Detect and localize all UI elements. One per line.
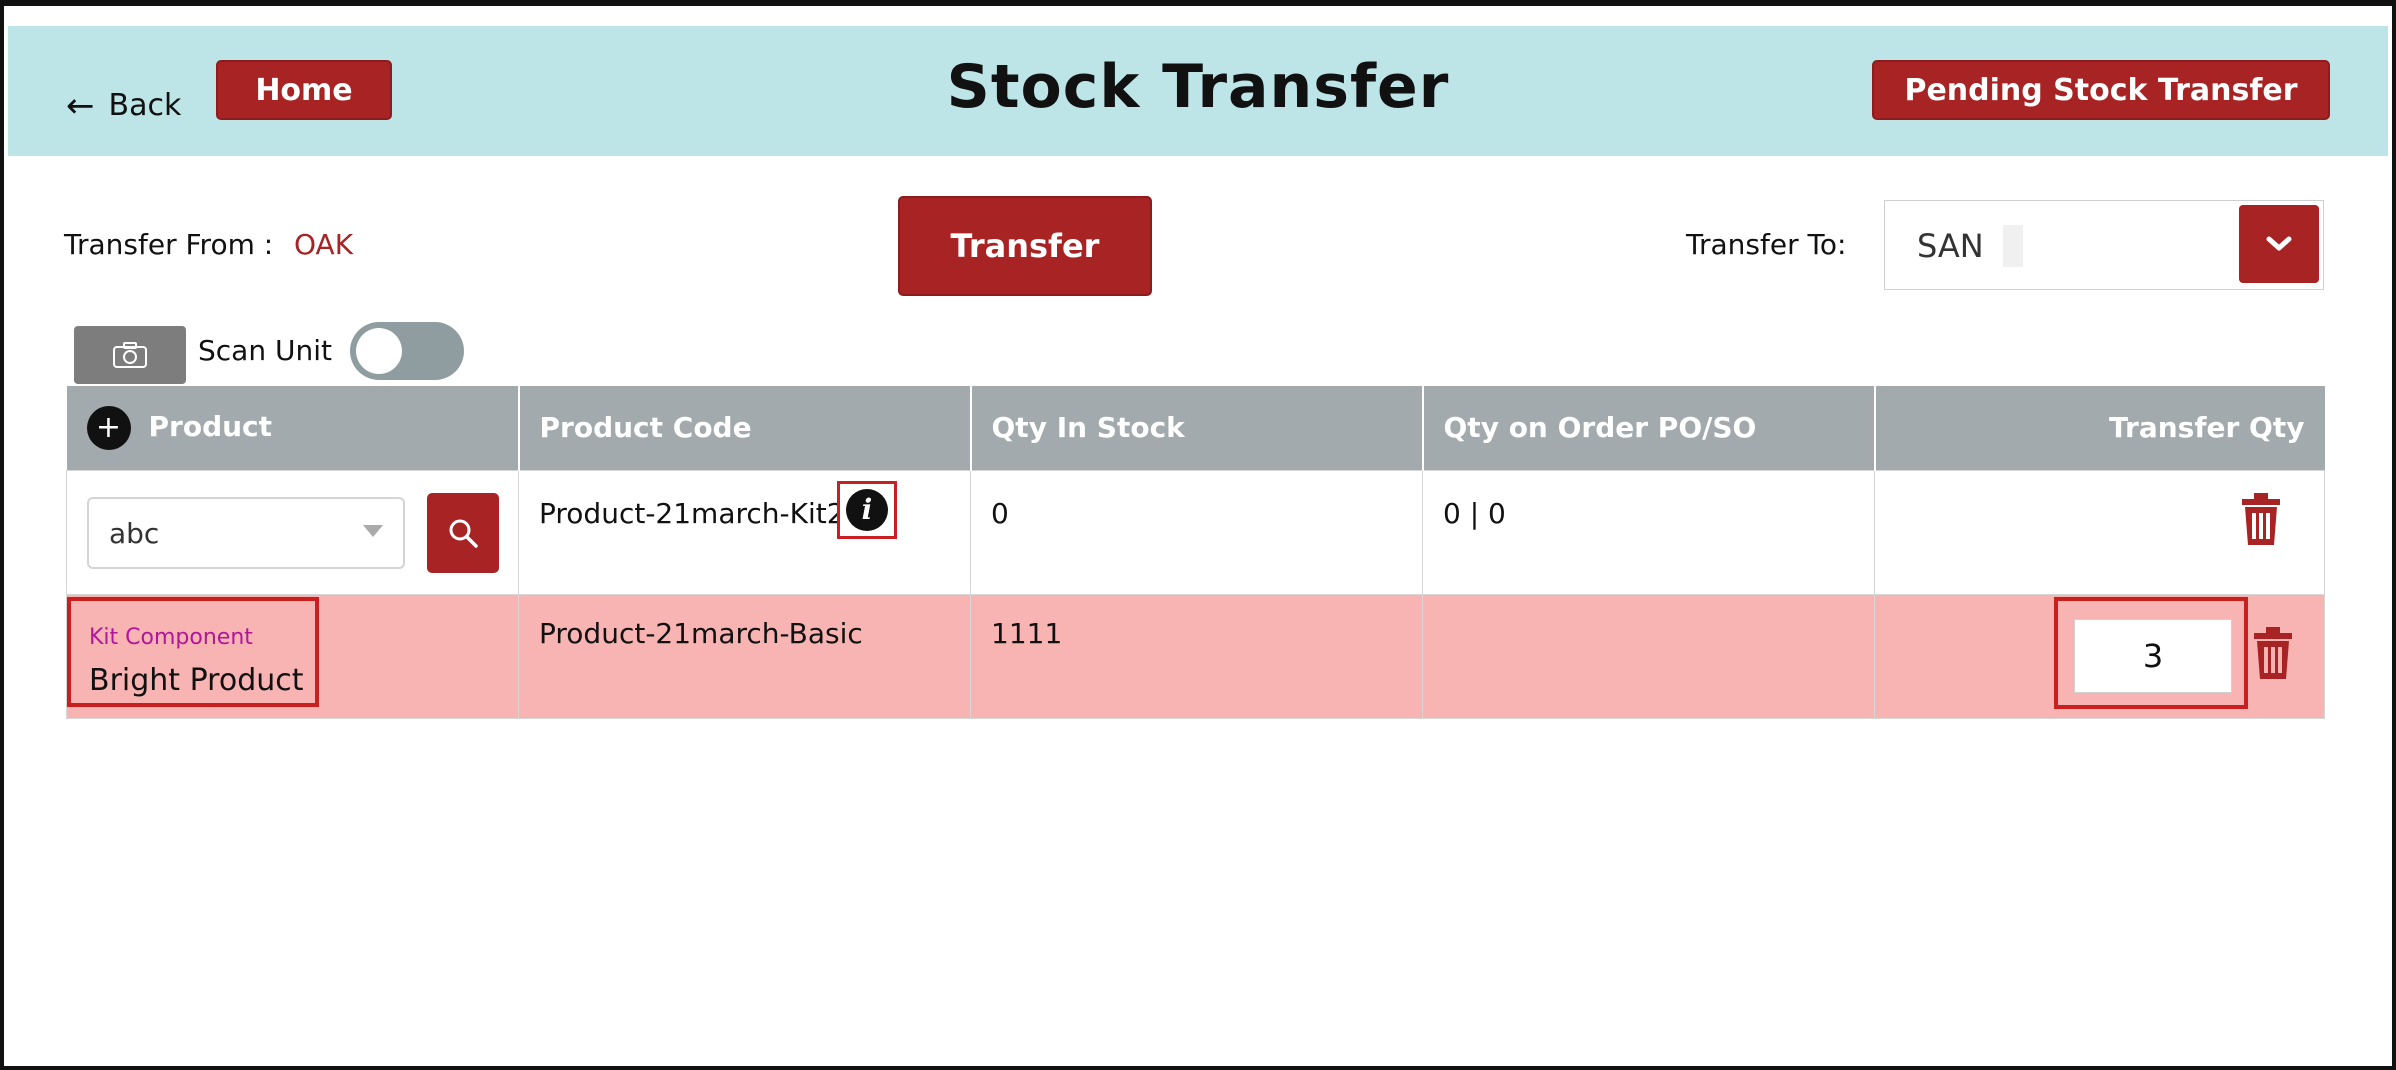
transfer-qty-input[interactable]: 3 <box>2074 618 2232 693</box>
column-header-product-code: Product Code <box>518 386 972 470</box>
transfer-qty-cell: 3 <box>1874 593 2325 719</box>
column-header-qty-in-stock: Qty In Stock <box>970 386 1424 470</box>
table-row: abc Product-21march-Kit2 i 0 0 | 0 <box>66 469 2325 595</box>
app-window: ← Back Home Stock Transfer Pending Stock… <box>0 0 2396 1070</box>
table-row: Kit Component Bright Product Product-21m… <box>66 593 2325 719</box>
transfer-to-value: SAN <box>1917 227 1984 265</box>
product-code: Product-21march-Kit2 <box>539 496 845 530</box>
qty-in-stock: 1111 <box>991 616 1063 650</box>
kit-component-highlight: Kit Component Bright Product <box>67 596 319 707</box>
add-product-icon[interactable]: + <box>86 405 131 450</box>
transfer-button[interactable]: Transfer <box>898 196 1152 296</box>
chevron-down-icon[interactable] <box>2239 205 2319 283</box>
product-search-value: abc <box>109 516 160 550</box>
kit-product-name: Bright Product <box>89 662 304 698</box>
pending-stock-transfer-button[interactable]: Pending Stock Transfer <box>1872 60 2330 120</box>
transfer-qty-cell <box>1874 469 2325 595</box>
product-cell: abc <box>66 469 519 595</box>
product-code-cell: Product-21march-Kit2 i <box>518 469 971 595</box>
transfer-from-label: Transfer From : <box>64 228 274 261</box>
column-header-transfer-qty: Transfer Qty <box>1874 386 2325 470</box>
header-bar: ← Back Home Stock Transfer Pending Stock… <box>8 26 2388 156</box>
transfer-qty-highlight: 3 <box>2054 596 2248 709</box>
trash-icon[interactable] <box>2240 492 2282 545</box>
trash-icon[interactable] <box>2252 626 2294 679</box>
qty-in-stock-cell: 0 <box>970 469 1423 595</box>
scan-unit-label: Scan Unit <box>198 334 332 367</box>
table-header-row: + Product Product Code Qty In Stock Qty o… <box>66 386 2325 470</box>
kit-component-label: Kit Component <box>89 624 253 650</box>
camera-icon <box>113 342 147 368</box>
product-cell: Kit Component Bright Product <box>66 593 519 719</box>
qty-on-order: 0 | 0 <box>1443 496 1506 530</box>
column-header-product: + Product <box>66 386 520 470</box>
transfer-to-select[interactable]: SAN <box>1884 200 2324 290</box>
scan-unit-toggle[interactable] <box>350 322 464 380</box>
toggle-knob <box>356 328 402 374</box>
product-search-button[interactable] <box>427 492 499 573</box>
dropdown-caret-icon <box>363 524 383 537</box>
qty-in-stock-cell: 1111 <box>970 593 1423 719</box>
product-code: Product-21march-Basic <box>539 616 863 650</box>
transfer-from-value: OAK <box>294 228 354 261</box>
info-icon: i <box>846 488 888 531</box>
product-code-cell: Product-21march-Basic <box>518 593 971 719</box>
column-header-qty-on-order: Qty on Order PO/SO <box>1422 386 1876 470</box>
top-strip <box>8 12 2388 27</box>
product-search-input[interactable]: abc <box>87 496 405 569</box>
qty-on-order-cell: 0 | 0 <box>1422 469 1875 595</box>
product-table: + Product Product Code Qty In Stock Qty o… <box>66 386 2325 719</box>
transfer-to-label: Transfer To: <box>1686 228 1847 261</box>
qty-in-stock: 0 <box>991 496 1009 530</box>
camera-button[interactable] <box>74 326 186 384</box>
search-icon <box>449 519 478 548</box>
qty-on-order-cell <box>1422 593 1875 719</box>
product-info-button[interactable]: i <box>837 480 897 539</box>
text-cursor <box>2003 225 2023 267</box>
